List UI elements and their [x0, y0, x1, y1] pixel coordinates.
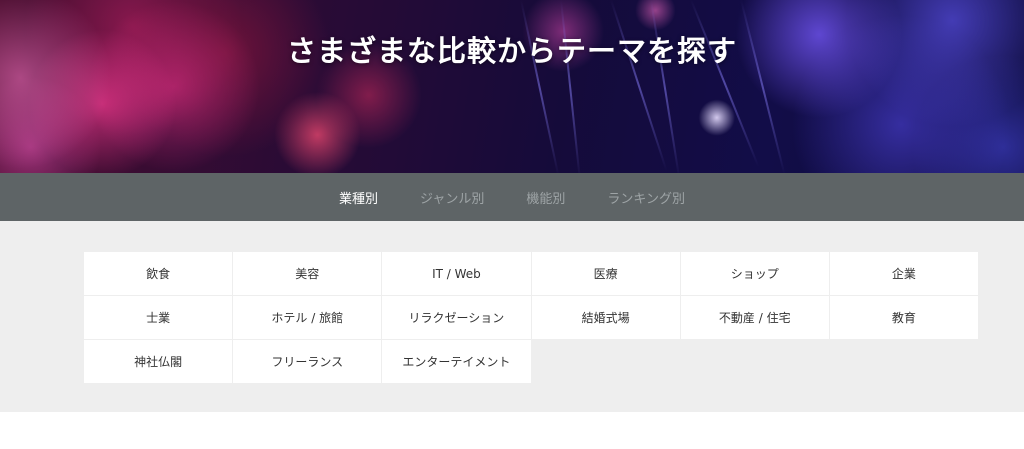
- category-tab-bar: 業種別 ジャンル別 機能別 ランキング別: [0, 173, 1024, 221]
- category-panel: 飲食 美容 IT / Web 医療 ショップ 企業 士業 ホテル / 旅館 リラ…: [0, 221, 1024, 412]
- hero-title: さまざまな比較からテーマを探す: [286, 34, 737, 68]
- category-item-education[interactable]: 教育: [829, 296, 978, 339]
- category-item-real-estate[interactable]: 不動産 / 住宅: [680, 296, 829, 339]
- decorative-fiber: [650, 0, 680, 173]
- category-item-relaxation[interactable]: リラクゼーション: [382, 296, 531, 339]
- category-item-food[interactable]: 飲食: [84, 252, 233, 295]
- category-item-company[interactable]: 企業: [829, 252, 978, 295]
- decorative-fiber: [690, 0, 759, 167]
- tab-function[interactable]: 機能別: [505, 188, 586, 207]
- category-item-hotel[interactable]: ホテル / 旅館: [233, 296, 382, 339]
- decorative-fiber: [740, 0, 786, 173]
- category-item-entertainment[interactable]: エンターテイメント: [382, 340, 531, 383]
- decorative-fiber: [560, 0, 581, 173]
- category-grid: 飲食 美容 IT / Web 医療 ショップ 企業 士業 ホテル / 旅館 リラ…: [84, 252, 978, 383]
- category-item-freelance[interactable]: フリーランス: [233, 340, 382, 383]
- category-item-wedding-venue[interactable]: 結婚式場: [531, 296, 680, 339]
- decorative-fiber: [610, 0, 668, 172]
- category-item-it-web[interactable]: IT / Web: [382, 252, 531, 295]
- category-item-shrine-temple[interactable]: 神社仏閣: [84, 340, 233, 383]
- hero-banner: さまざまな比較からテーマを探す: [0, 0, 1024, 173]
- category-item-professional[interactable]: 士業: [84, 296, 233, 339]
- tab-ranking[interactable]: ランキング別: [586, 188, 706, 207]
- category-item-beauty[interactable]: 美容: [233, 252, 382, 295]
- decorative-fiber: [520, 0, 559, 173]
- category-item-medical[interactable]: 医療: [531, 252, 680, 295]
- tab-industry[interactable]: 業種別: [318, 188, 399, 207]
- tab-genre[interactable]: ジャンル別: [399, 188, 505, 207]
- category-item-shop[interactable]: ショップ: [680, 252, 829, 295]
